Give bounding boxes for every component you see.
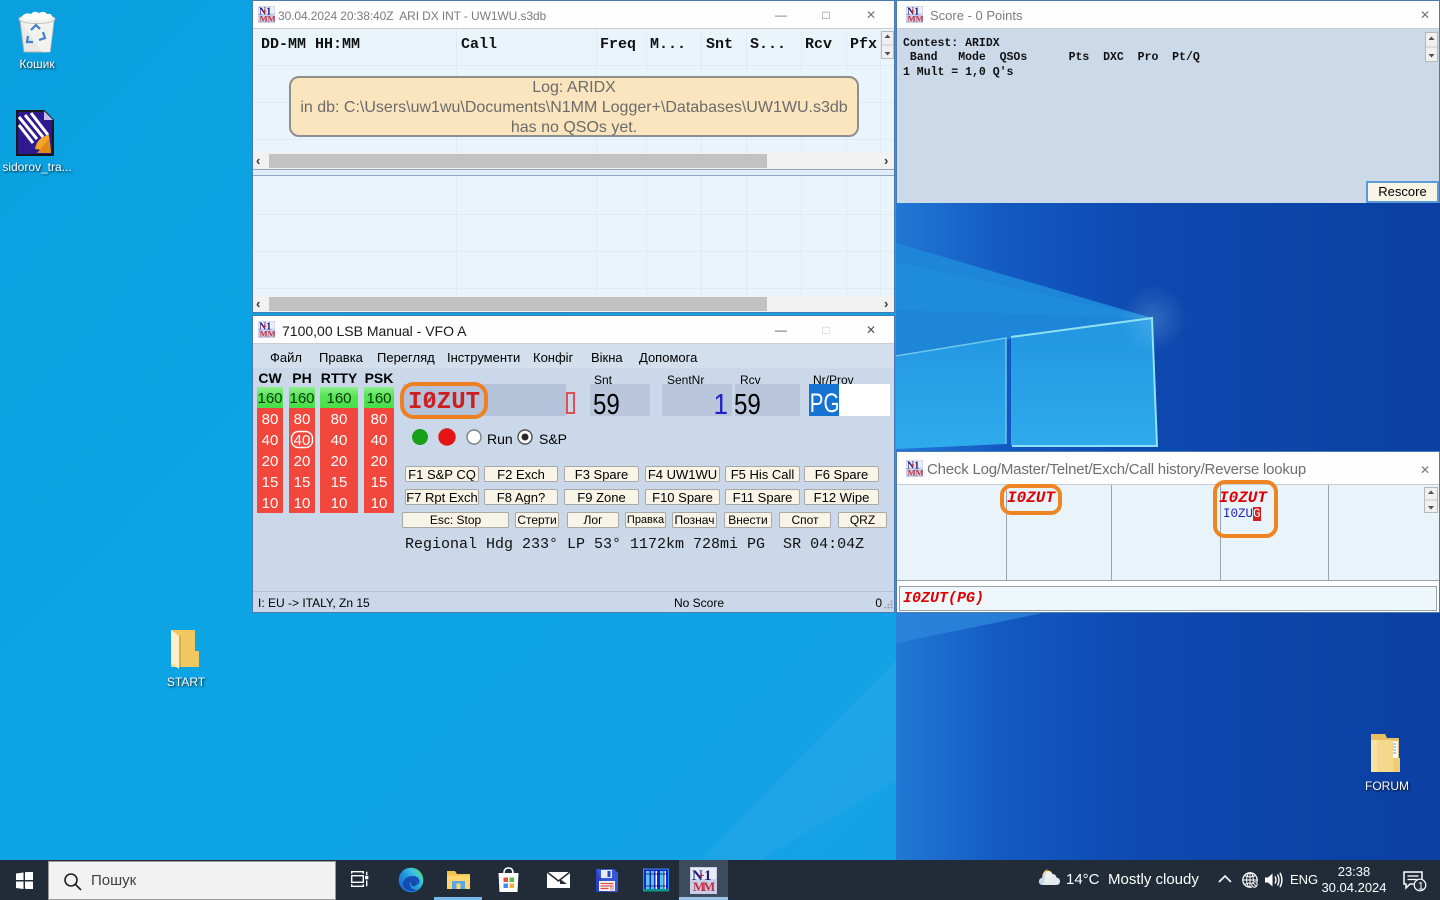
- svg-text:160: 160: [326, 390, 351, 407]
- svg-text:1: 1: [1418, 880, 1424, 892]
- svg-text:20: 20: [331, 453, 348, 470]
- svg-text:40: 40: [262, 432, 279, 449]
- svg-text:80: 80: [331, 411, 348, 428]
- svg-text:MM: MM: [908, 13, 923, 23]
- svg-text:15: 15: [294, 474, 311, 491]
- svg-text:15: 15: [371, 474, 388, 491]
- svg-text:10: 10: [262, 495, 279, 512]
- svg-text:15: 15: [262, 474, 279, 491]
- svg-text:20: 20: [294, 453, 311, 470]
- svg-text:80: 80: [371, 411, 388, 428]
- svg-text:40: 40: [371, 432, 388, 449]
- svg-text:10: 10: [331, 495, 348, 512]
- svg-text:MM: MM: [908, 467, 923, 477]
- svg-text:M: M: [703, 879, 715, 894]
- svg-text:40: 40: [331, 432, 348, 449]
- svg-text:MM: MM: [260, 328, 275, 338]
- svg-text:20: 20: [262, 453, 279, 470]
- svg-text:20: 20: [371, 453, 388, 470]
- svg-text:10: 10: [371, 495, 388, 512]
- svg-text:160: 160: [366, 390, 391, 407]
- svg-text:80: 80: [294, 411, 311, 428]
- svg-text:MM: MM: [260, 13, 275, 23]
- svg-text:160: 160: [289, 390, 314, 407]
- svg-text:10: 10: [294, 495, 311, 512]
- svg-text:160: 160: [257, 390, 282, 407]
- svg-text:15: 15: [331, 474, 348, 491]
- svg-text:80: 80: [262, 411, 279, 428]
